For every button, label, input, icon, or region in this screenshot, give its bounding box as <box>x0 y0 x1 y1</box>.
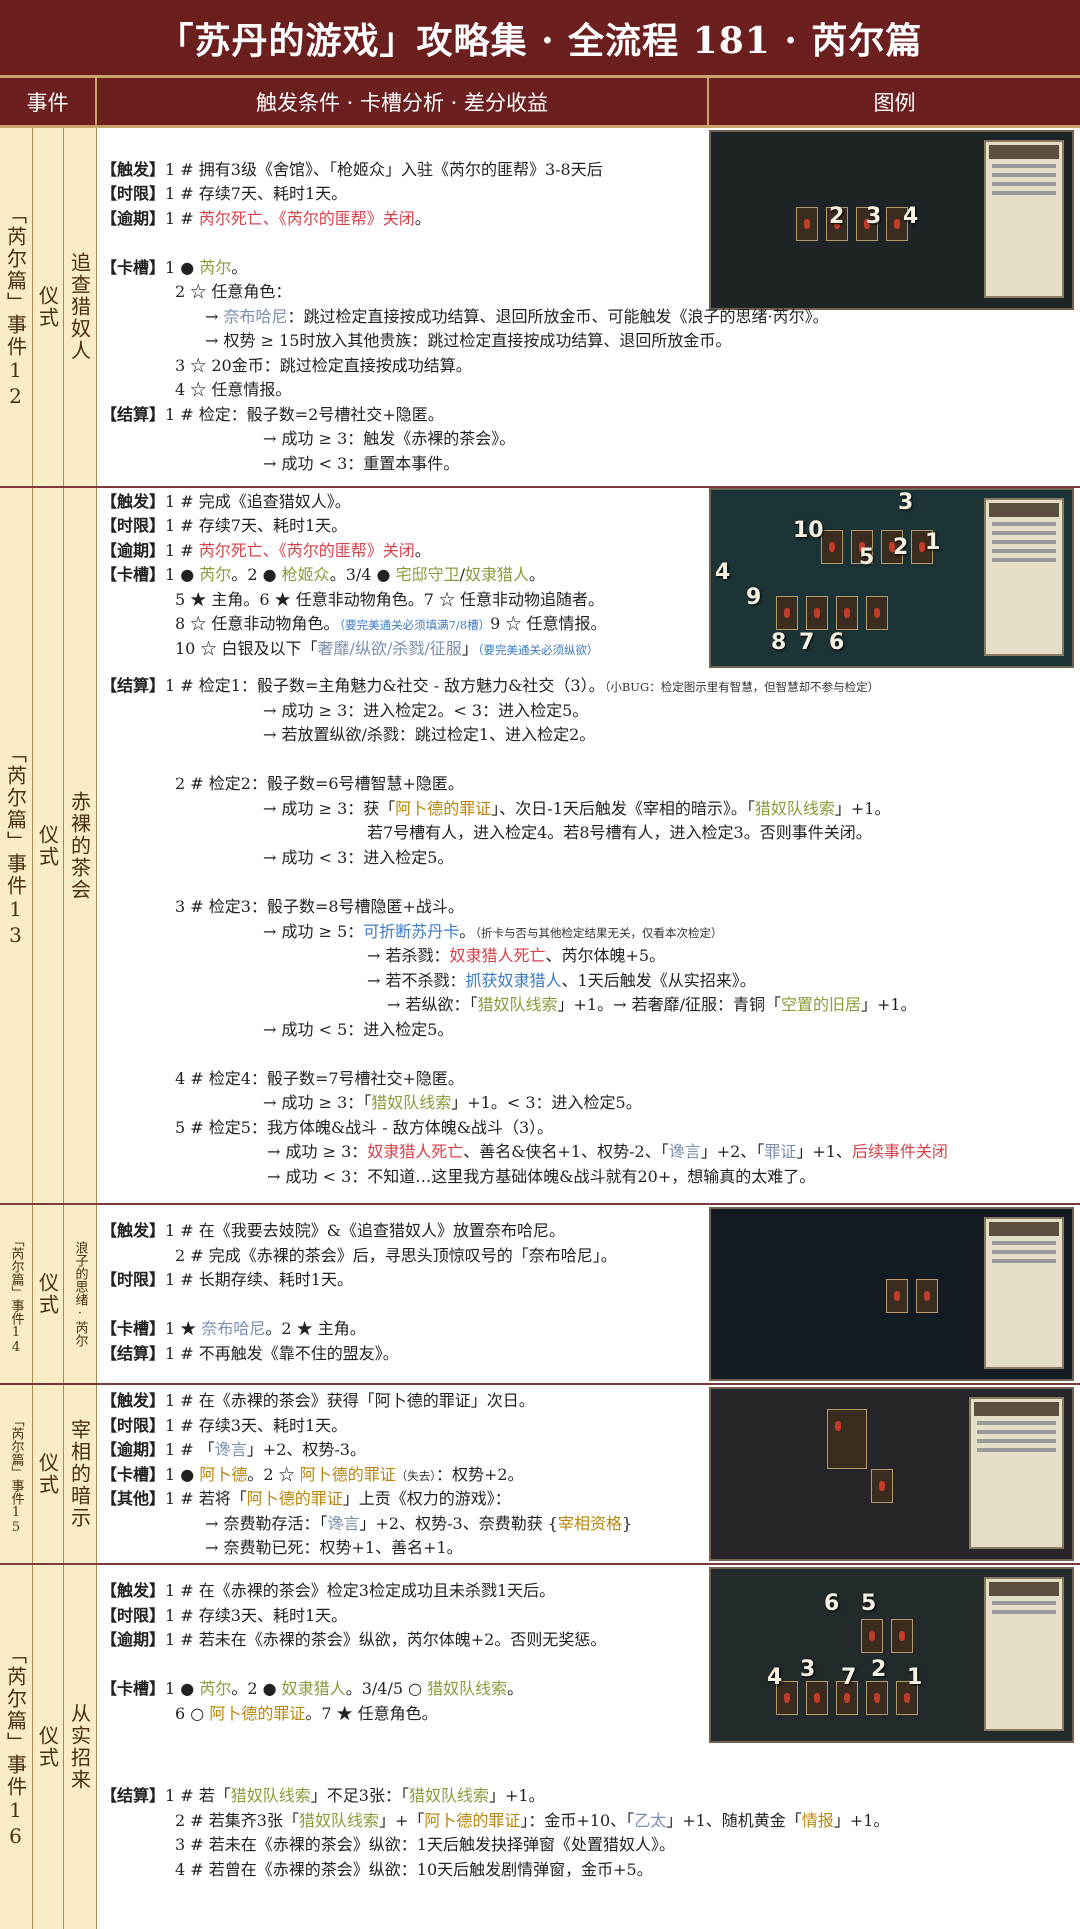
trigger-line: 【触发】1 # 在《我要去妓院》&《追查猎奴人》放置奈布哈尼。 <box>101 1221 566 1240</box>
slot-line: 【卡槽】1 ● 阿卜德。2 ☆ 阿卜德的罪证（失去）：权势+2。 <box>101 1465 524 1484</box>
other-line: → 奈费勒已死：权势+1、善名+1。 <box>205 1538 463 1557</box>
header-legend: 图例 <box>873 90 916 115</box>
check-line: 5 # 检定5：我方体魄&战斗 - 敌方体魄&战斗（3）。 <box>175 1118 554 1137</box>
event-type: 仪式 <box>33 1385 64 1563</box>
expire-line: 【逾期】1 # 「谗言」+2、权势-3。 <box>101 1440 366 1459</box>
slot-line: 6 ○ 阿卜德的罪证。7 ★ 任意角色。 <box>175 1704 438 1723</box>
result-line: 3 # 若未在《赤裸的茶会》纵欲：1天后触发抉择弹窗《处置猎奴人》。 <box>175 1835 675 1854</box>
header-conditions: 触发条件 · 卡槽分析 · 差分收益 <box>97 78 709 125</box>
event-type: 仪式 <box>33 488 64 1203</box>
check-line: → 若不杀戮：抓获奴隶猎人、1天后触发《从实招来》。 <box>367 971 756 990</box>
page: 「苏丹的游戏」攻略集 · 全流程 181 · 芮尔篇 事件 触发条件 · 卡槽分… <box>0 0 1080 1929</box>
slot-line: 3 ☆ 20金币：跳过检定直接按成功结算。 <box>175 356 472 375</box>
event-name: 浪子的思绪·芮尔 <box>64 1205 97 1383</box>
event-name: 从实招来 <box>64 1565 97 1929</box>
event-details: 【触发】1 # 拥有3级《舍馆》、「枪姬众」入驻《芮尔的匪帮》3-8天后 【时限… <box>97 128 1074 486</box>
check-line: 3 # 检定3：骰子数=8号槽隐匿+战斗。 <box>175 897 464 916</box>
result-line: → 成功 ≥ 3：触发《赤裸的茶会》。 <box>263 429 516 448</box>
event-chapter: 「芮尔篇」事件15 <box>0 1385 33 1563</box>
slot-line: → 奈布哈尼：跳过检定直接按成功结算、退回所放金币、可能触发《浪子的思绪·芮尔》… <box>205 307 829 326</box>
result-line: 2 # 若集齐3张「猎奴队线索」+「阿卜德的罪证」：金币+10、「乙太」+1、随… <box>175 1811 890 1830</box>
check-line: 若7号槽有人，进入检定4。若8号槽有人，进入检定3。否则事件关闭。 <box>367 823 872 842</box>
check-line: → 成功 ≥ 5：可折断苏丹卡。（折卡与否与其他检定结果无关，仅看本次检定） <box>263 922 723 941</box>
result-line: 4 # 若曾在《赤裸的茶会》纵欲：10天后触发剧情弹窗，金币+5。 <box>175 1860 653 1879</box>
check-line: → 成功 ≥ 3：奴隶猎人死亡、善名&侠名+1、权势-2、「谗言」+2、「罪证」… <box>267 1142 948 1161</box>
event-chapter: 「芮尔篇」事件14 <box>0 1205 33 1383</box>
event-name: 赤裸的茶会 <box>64 488 97 1203</box>
slot-line: 【卡槽】1 ● 芮尔。2 ● 奴隶猎人。3/4/5 ○ 猎奴队线索。 <box>101 1679 524 1698</box>
trigger-line: 【触发】1 # 拥有3级《舍馆》、「枪姬众」入驻《芮尔的匪帮》3-8天后 <box>101 160 603 179</box>
slot-line: 2 ☆ 任意角色： <box>175 282 292 301</box>
limit-line: 【时限】1 # 存续3天、耗时1天。 <box>101 1416 348 1435</box>
slot-line: 5 ★ 主角。6 ★ 任意非动物角色。7 ☆ 任意非动物追随者。 <box>175 590 605 609</box>
check-line: 4 # 检定4：骰子数=7号槽社交+隐匿。 <box>175 1069 464 1088</box>
event-name: 宰相的暗示 <box>64 1385 97 1563</box>
slot-line: 【卡槽】1 ● 芮尔。2 ● 枪姬众。3/4 ● 宅邸守卫/奴隶猎人。 <box>101 565 546 584</box>
check-line: → 成功 ≥ 3：获「阿卜德的罪证」、次日-1天后触发《宰相的暗示》。「猎奴队线… <box>263 799 891 818</box>
check-line: → 若纵欲：「猎奴队线索」+1。→ 若奢靡/征服：青铜「空置的旧居」+1。 <box>387 995 917 1014</box>
check-line: → 成功 < 5：进入检定5。 <box>263 1020 454 1039</box>
limit-line: 【时限】1 # 存续7天、耗时1天。 <box>101 516 348 535</box>
result-line: 【结算】1 # 不再触发《靠不住的盟友》。 <box>101 1344 399 1363</box>
event-details: 【触发】1 # 在《赤裸的茶会》检定3检定成功且未杀戮1天后。 【时限】1 # … <box>97 1565 1074 1929</box>
other-line: → 奈费勒存活：「谗言」+2、权势-3、奈费勒获 {宰相资格} <box>205 1514 633 1533</box>
event-type: 仪式 <box>33 128 64 486</box>
trigger-line: 【触发】1 # 完成《追查猎奴人》。 <box>101 492 351 511</box>
event-details: 【触发】1 # 在《我要去妓院》&《追查猎奴人》放置奈布哈尼。 2 # 完成《赤… <box>97 1205 1074 1383</box>
limit-line: 【时限】1 # 存续3天、耗时1天。 <box>101 1606 348 1625</box>
result-line: → 成功 < 3：重置本事件。 <box>263 454 460 473</box>
slot-line: → 权势 ≥ 15时放入其他贵族：跳过检定直接按成功结算、退回所放金币。 <box>205 331 732 350</box>
check-line: → 成功 ≥ 3：「猎奴队线索」+1。< 3：进入检定5。 <box>263 1093 642 1112</box>
expire-line: 【逾期】1 # 若未在《赤裸的茶会》纵欲，芮尔体魄+2。否则无奖惩。 <box>101 1630 607 1649</box>
event-details: 【触发】1 # 在《赤裸的茶会》获得「阿卜德的罪证」次日。 【时限】1 # 存续… <box>97 1385 1074 1563</box>
check-line: 【结算】1 # 检定1：骰子数=主角魅力&社交 - 敌方魅力&社交（3）。（小B… <box>101 676 880 695</box>
limit-line: 【时限】1 # 长期存续、耗时1天。 <box>101 1270 353 1289</box>
event-chapter: 「芮尔篇」事件13 <box>0 488 33 1203</box>
table-header: 事件 触发条件 · 卡槽分析 · 差分收益 图例 <box>0 78 1080 128</box>
page-title: 「苏丹的游戏」攻略集 · 全流程 181 · 芮尔篇 <box>0 0 1080 78</box>
check-line: → 若放置纵欲/杀戮：跳过检定1、进入检定2。 <box>263 725 596 744</box>
trigger-line: 【触发】1 # 在《赤裸的茶会》检定3检定成功且未杀戮1天后。 <box>101 1581 556 1600</box>
event-chapter: 「芮尔篇」事件12 <box>0 128 33 486</box>
event-section-16: 「芮尔篇」事件16 仪式 从实招来 6 5 4 3 7 2 1 【触发】1 # … <box>0 1565 1080 1929</box>
trigger-line: 2 # 完成《赤裸的茶会》后，寻思头顶惊叹号的「奈布哈尼」。 <box>175 1246 617 1265</box>
slot-line: 10 ☆ 白银及以下「奢靡/纵欲/杀戮/征服」（要完美通关必须纵欲） <box>175 639 599 658</box>
event-section-15: 「芮尔篇」事件15 仪式 宰相的暗示 【触发】1 # 在《赤裸的茶会》获得「阿卜… <box>0 1385 1080 1565</box>
slot-line: 4 ☆ 任意情报。 <box>175 380 292 399</box>
slot-line: 【卡槽】1 ★ 奈布哈尼。2 ★ 主角。 <box>101 1319 366 1338</box>
slot-line: 8 ☆ 任意非动物角色。（要完美通关必须填满7/8槽）9 ☆ 任意情报。 <box>175 614 607 633</box>
trigger-line: 【触发】1 # 在《赤裸的茶会》获得「阿卜德的罪证」次日。 <box>101 1391 535 1410</box>
event-details: 【触发】1 # 完成《追查猎奴人》。 【时限】1 # 存续7天、耗时1天。 【逾… <box>97 488 1074 1203</box>
limit-line: 【时限】1 # 存续7天、耗时1天。 <box>101 184 348 203</box>
event-section-12: 「芮尔篇」事件12 仪式 追查猎奴人 2 3 4 【触发】1 # 拥有3级《舍馆… <box>0 128 1080 488</box>
check-line: → 成功 ≥ 3：进入检定2。< 3：进入检定5。 <box>263 701 589 720</box>
event-name: 追查猎奴人 <box>64 128 97 486</box>
expire-line: 【逾期】1 # 芮尔死亡、《芮尔的匪帮》关闭。 <box>101 209 431 228</box>
slot-line: 【卡槽】1 ● 芮尔。 <box>101 258 248 277</box>
other-line: 【其他】1 # 若将「阿卜德的罪证」上贡《权力的游戏》： <box>101 1489 511 1508</box>
expire-line: 【逾期】1 # 芮尔死亡、《芮尔的匪帮》关闭。 <box>101 541 431 560</box>
event-section-14: 「芮尔篇」事件14 仪式 浪子的思绪·芮尔 【触发】1 # 在《我要去妓院》&《… <box>0 1205 1080 1385</box>
check-line: → 若杀戮：奴隶猎人死亡、芮尔体魄+5。 <box>367 946 666 965</box>
check-line: 2 # 检定2：骰子数=6号槽智慧+隐匿。 <box>175 774 464 793</box>
event-type: 仪式 <box>33 1565 64 1929</box>
event-chapter: 「芮尔篇」事件16 <box>0 1565 33 1929</box>
check-line: → 成功 < 3：不知道…这里我方基础体魄&战斗就有20+，想输真的太难了。 <box>267 1167 816 1186</box>
result-line: 【结算】1 # 若「猎奴队线索」不足3张：「猎奴队线索」+1。 <box>101 1786 545 1805</box>
result-line: 【结算】1 # 检定：骰子数=2号槽社交+隐匿。 <box>101 405 444 424</box>
event-type: 仪式 <box>33 1205 64 1383</box>
check-line: → 成功 < 3：进入检定5。 <box>263 848 454 867</box>
header-event: 事件 <box>0 78 97 125</box>
event-section-13: 「芮尔篇」事件13 仪式 赤裸的茶会 3 10 5 2 1 4 9 8 7 6 … <box>0 488 1080 1205</box>
